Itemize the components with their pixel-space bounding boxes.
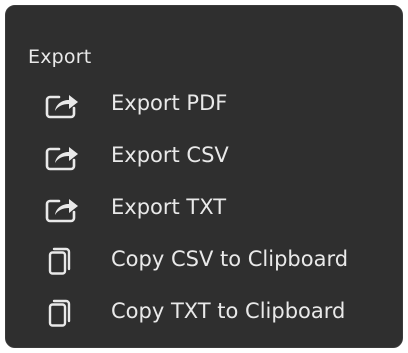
export-csv-item[interactable]: Export CSV bbox=[6, 132, 402, 180]
export-txt-item[interactable]: Export TXT bbox=[6, 184, 402, 232]
menu-title: Export bbox=[28, 46, 92, 68]
copy-txt-label: Copy TXT to Clipboard bbox=[111, 299, 346, 323]
copy-csv-label: Copy CSV to Clipboard bbox=[111, 247, 349, 271]
export-menu: Export Export PDF Export CSV Export TXT bbox=[5, 5, 403, 348]
copy-csv-item[interactable]: Copy CSV to Clipboard bbox=[6, 236, 402, 284]
copy-txt-item[interactable]: Copy TXT to Clipboard bbox=[6, 288, 402, 336]
share-icon bbox=[44, 142, 80, 172]
export-pdf-item[interactable]: Export PDF bbox=[6, 80, 402, 128]
export-txt-label: Export TXT bbox=[111, 195, 227, 219]
share-icon bbox=[44, 194, 80, 224]
copy-icon bbox=[44, 298, 80, 328]
export-pdf-label: Export PDF bbox=[111, 91, 228, 115]
copy-icon bbox=[44, 246, 80, 276]
export-csv-label: Export CSV bbox=[111, 143, 229, 167]
share-icon bbox=[44, 90, 80, 120]
